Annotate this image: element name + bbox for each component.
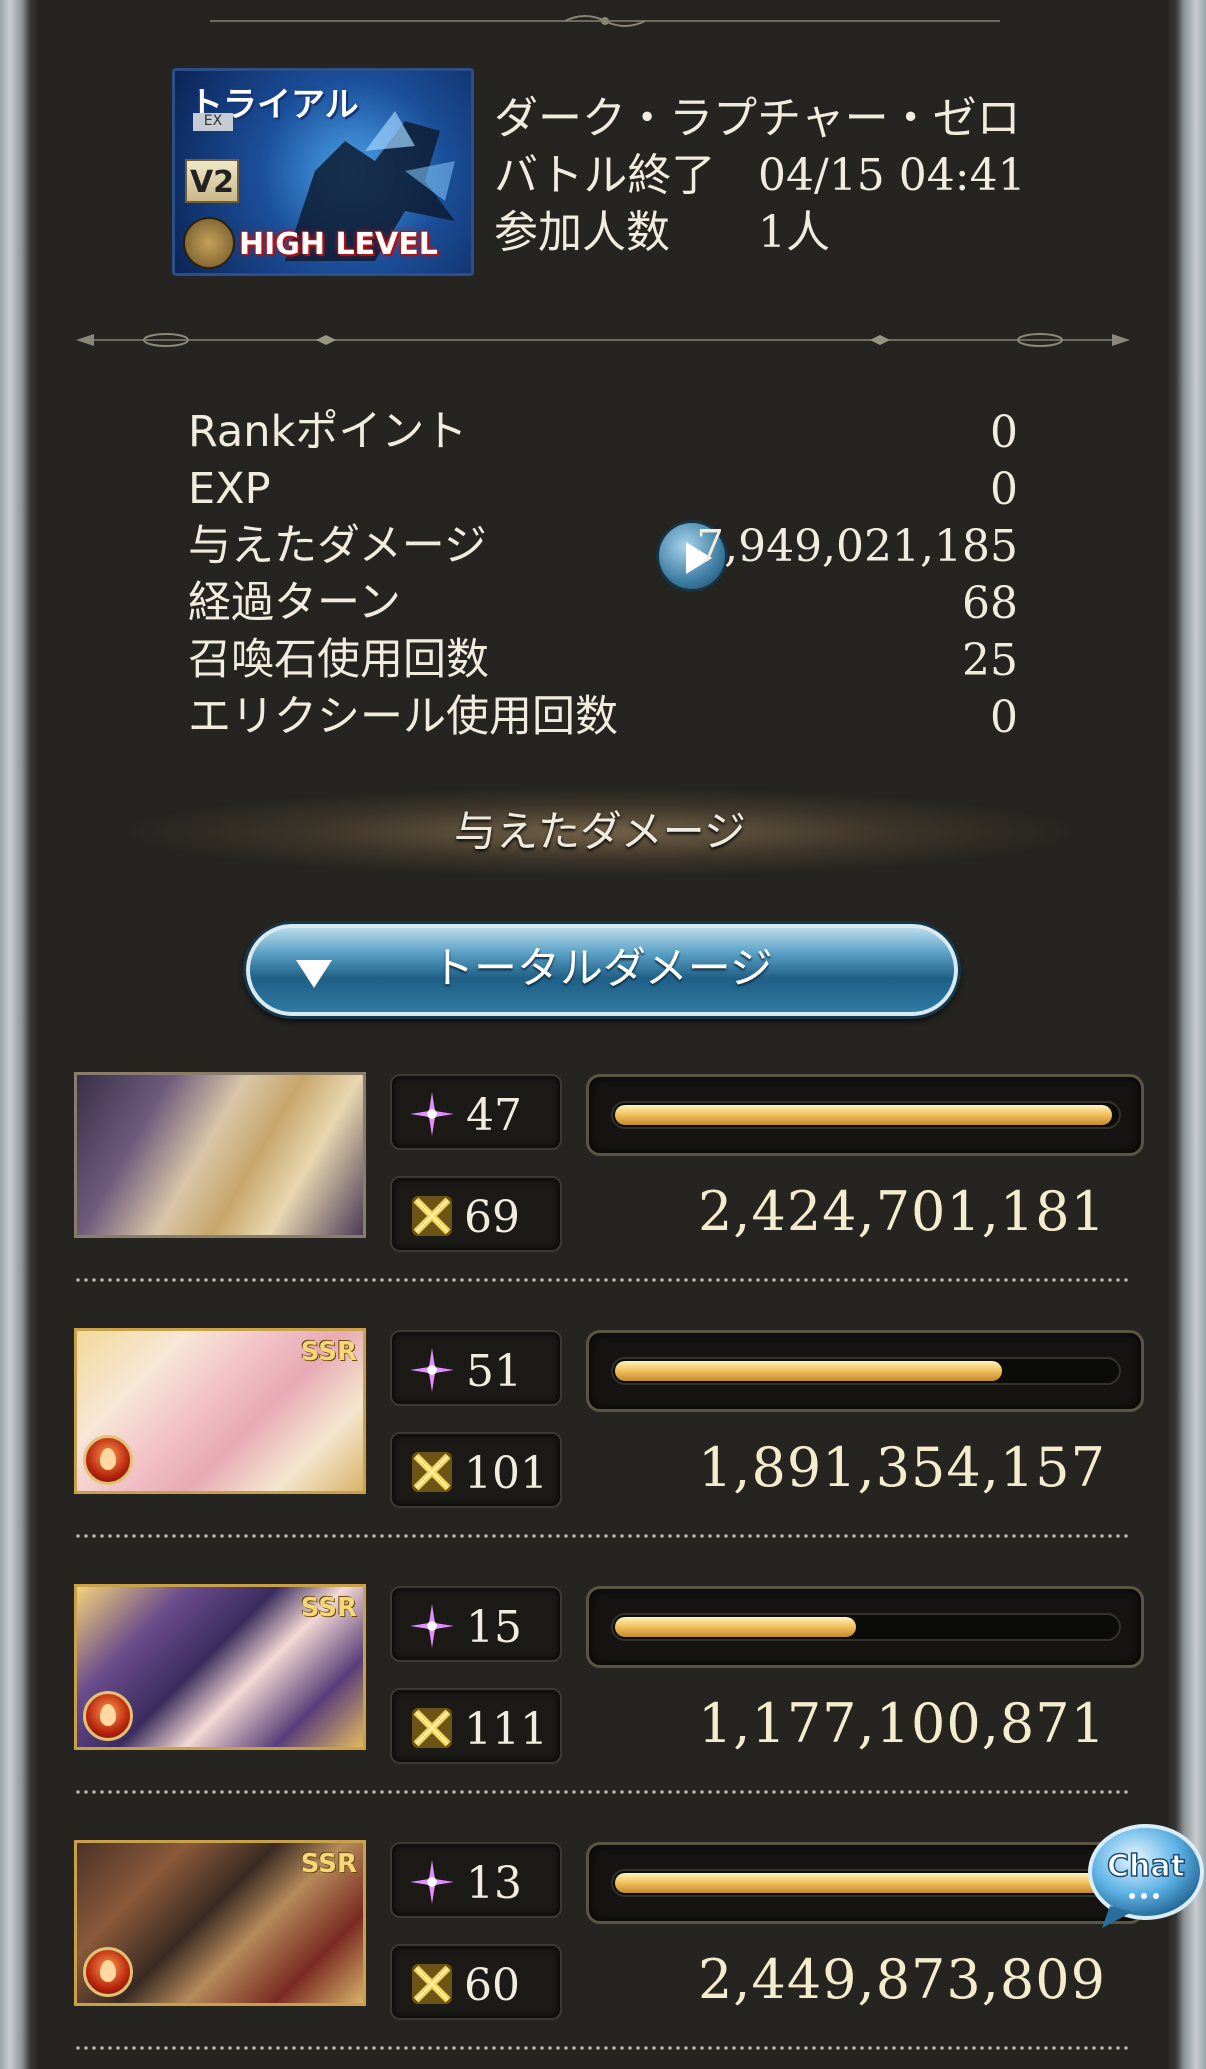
quest-banner[interactable]: トライアル EX V2 HIGH LEVEL — [172, 68, 474, 276]
participants-row: 参加人数 1人 — [494, 204, 1054, 261]
stat-row: 召喚石使用回数 25 — [188, 632, 1018, 689]
stat-label: Rankポイント — [188, 407, 468, 457]
stat-value: 7,949,021,185 — [696, 521, 1018, 572]
stat-row: 与えたダメージ 7,949,021,185 — [188, 518, 1018, 592]
ougi-count: 101 — [464, 1448, 548, 1499]
damage-bar-track — [611, 1357, 1121, 1385]
stat-value: 0 — [990, 464, 1018, 515]
gold-crossed-swords-icon — [412, 1708, 452, 1748]
damage-bar — [586, 1586, 1144, 1668]
character-row[interactable]: SSR 13 60 2,449,873,809 — [74, 1840, 1144, 2069]
character-row[interactable]: 47 69 2,424,701,181 — [74, 1072, 1144, 1327]
banner-v2-tag: V2 — [185, 159, 239, 203]
damage-bar — [586, 1330, 1144, 1412]
chat-label: Chat — [1107, 1849, 1185, 1884]
ougi-count-box: 60 — [390, 1944, 562, 2020]
dropdown-label: トータルダメージ — [431, 944, 773, 994]
damage-bar — [586, 1842, 1144, 1924]
skill-count: 15 — [466, 1602, 522, 1653]
gold-crossed-swords-icon — [412, 1964, 452, 2004]
dotted-separator — [74, 1534, 1130, 1538]
ssr-badge: SSR — [300, 1849, 357, 1879]
top-ornament — [210, 15, 1000, 27]
gold-crossed-swords-icon — [412, 1452, 452, 1492]
battle-end-row: バトル終了 04/15 04:41 — [494, 147, 1054, 204]
character-portrait[interactable] — [74, 1072, 366, 1238]
damage-bar-track — [611, 1613, 1121, 1641]
ougi-count: 111 — [464, 1704, 548, 1755]
damage-bar-fill — [615, 1361, 1002, 1381]
character-portrait[interactable]: SSR — [74, 1584, 366, 1750]
section-title: 与えたダメージ — [130, 788, 1070, 876]
character-damage: 2,424,701,181 — [697, 1180, 1106, 1243]
character-row[interactable]: SSR 51 101 1,891,354,157 — [74, 1328, 1144, 1583]
ougi-count-box: 111 — [390, 1688, 562, 1764]
battle-end-value: 04/15 04:41 — [758, 150, 1026, 201]
skill-count-box: 15 — [390, 1586, 562, 1662]
damage-bar-track — [611, 1101, 1121, 1129]
ssr-badge: SSR — [300, 1593, 357, 1623]
damage-bar-fill — [615, 1617, 856, 1637]
stat-value: 68 — [962, 578, 1018, 629]
character-damage: 1,177,100,871 — [697, 1692, 1106, 1755]
stat-value: 25 — [962, 635, 1018, 686]
character-damage: 1,891,354,157 — [697, 1436, 1106, 1499]
purple-sparkle-icon — [410, 1604, 454, 1648]
battle-stats: Rankポイント 0 EXP 0 与えたダメージ 7,949,021,185 経… — [188, 404, 1018, 746]
stat-value: 0 — [990, 407, 1018, 458]
fire-element-icon — [83, 1435, 133, 1485]
ougi-count: 60 — [464, 1960, 520, 2011]
fire-element-icon — [83, 1947, 133, 1997]
stat-value: 0 — [990, 692, 1018, 743]
ougi-count: 69 — [464, 1192, 520, 1243]
character-damage: 2,449,873,809 — [697, 1948, 1106, 2011]
skill-count: 51 — [466, 1346, 522, 1397]
stat-label: エリクシール使用回数 — [188, 692, 618, 742]
skill-count: 47 — [466, 1090, 522, 1141]
banner-high-level-text: HIGH LEVEL — [239, 227, 438, 262]
dotted-separator — [74, 1278, 1130, 1282]
ornamental-divider — [76, 333, 1130, 347]
battle-end-label: バトル終了 — [494, 150, 716, 201]
participants-label: 参加人数 — [494, 207, 670, 258]
dotted-separator — [74, 2046, 1130, 2050]
skill-count: 13 — [466, 1858, 522, 1909]
stat-label: EXP — [188, 464, 271, 514]
stat-row: EXP 0 — [188, 461, 1018, 518]
chat-button[interactable]: Chat — [1080, 1820, 1206, 1932]
skill-count-box: 47 — [390, 1074, 562, 1150]
purple-sparkle-icon — [410, 1348, 454, 1392]
quest-name: ダーク・ラプチャー・ゼロ — [494, 93, 1021, 144]
purple-sparkle-icon — [410, 1092, 454, 1136]
quest-info: ダーク・ラプチャー・ゼロ バトル終了 04/15 04:41 参加人数 1人 — [494, 90, 1054, 261]
character-row[interactable]: SSR 15 111 1,177,100,871 — [74, 1584, 1144, 1839]
ssr-badge: SSR — [300, 1337, 357, 1367]
ougi-count-box: 69 — [390, 1176, 562, 1252]
stat-row: 経過ターン 68 — [188, 575, 1018, 632]
dotted-separator — [74, 1790, 1130, 1794]
stat-row: Rankポイント 0 — [188, 404, 1018, 461]
damage-type-dropdown[interactable]: トータルダメージ — [246, 924, 958, 1016]
stat-label: 経過ターン — [188, 578, 401, 628]
damage-bar-fill — [615, 1873, 1117, 1893]
skill-count-box: 13 — [390, 1842, 562, 1918]
character-portrait[interactable]: SSR — [74, 1328, 366, 1494]
banner-ex-tag: EX — [193, 113, 233, 131]
purple-sparkle-icon — [410, 1860, 454, 1904]
participants-value: 1人 — [758, 207, 830, 258]
stat-row: エリクシール使用回数 0 — [188, 689, 1018, 746]
gold-crossed-swords-icon — [412, 1196, 452, 1236]
fire-element-icon — [83, 1691, 133, 1741]
character-portrait[interactable]: SSR — [74, 1840, 366, 2006]
skill-count-box: 51 — [390, 1330, 562, 1406]
ougi-count-box: 101 — [390, 1432, 562, 1508]
damage-bar-fill — [615, 1105, 1112, 1125]
damage-bar — [586, 1074, 1144, 1156]
stat-label: 与えたダメージ — [188, 521, 487, 571]
stat-label: 召喚石使用回数 — [188, 635, 489, 685]
high-level-badge-icon — [183, 217, 235, 269]
damage-bar-track — [611, 1869, 1121, 1897]
